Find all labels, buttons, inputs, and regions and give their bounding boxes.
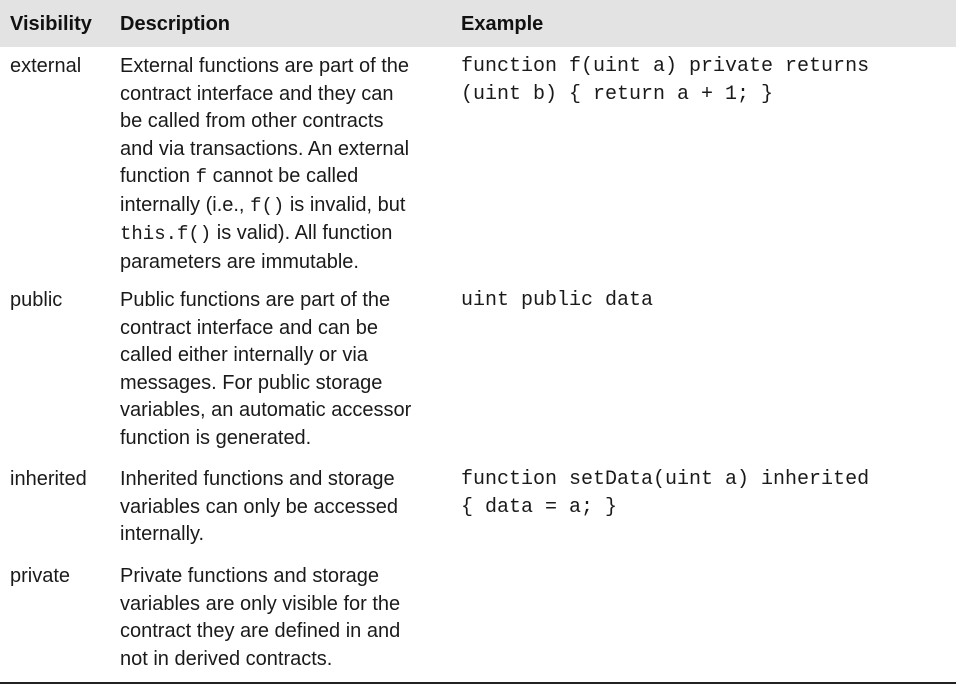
description-text: cannot be called bbox=[207, 165, 359, 187]
inline-code: this.f() bbox=[120, 223, 212, 245]
description-line: internally. bbox=[120, 523, 205, 545]
header-description: Description bbox=[120, 13, 231, 35]
description-line: variables, an automatic accessor bbox=[120, 399, 412, 421]
example-code-line: uint public data bbox=[461, 289, 654, 312]
description-line: be called from other contracts bbox=[120, 110, 384, 132]
visibility-cell: private bbox=[10, 565, 71, 587]
description-cell: Private functions and storage variables … bbox=[120, 563, 450, 673]
example-code-line: (uint b) { return a + 1; } bbox=[461, 82, 774, 106]
inline-code: f() bbox=[250, 194, 285, 217]
description-line: Private functions and storage bbox=[120, 565, 380, 587]
description-text: is invalid, but bbox=[284, 193, 406, 216]
description-line: contract they are defined in and bbox=[120, 620, 401, 642]
header-visibility: Visibility bbox=[10, 13, 92, 35]
description-line: not in derived contracts. bbox=[120, 647, 333, 670]
visibility-cell: public bbox=[10, 289, 63, 311]
inline-code: f bbox=[195, 166, 208, 188]
description-cell: External functions are part of the contr… bbox=[120, 53, 450, 276]
description-line: function f cannot be called bbox=[120, 163, 450, 192]
description-line: messages. For public storage bbox=[120, 371, 383, 394]
description-line: internally (i.e., f() is invalid, but bbox=[120, 192, 450, 221]
table-header: Visibility Description Example bbox=[0, 0, 956, 47]
description-line: variables can only be accessed bbox=[120, 495, 398, 518]
example-code-line: { data = a; } bbox=[461, 495, 618, 519]
description-line: function is generated. bbox=[120, 426, 312, 449]
example-cell: function f(uint a) private returns (uint… bbox=[461, 53, 956, 108]
description-line: contract interface and can be bbox=[120, 316, 378, 339]
description-line: External functions are part of the bbox=[120, 55, 410, 77]
description-line: variables are only visible for the bbox=[120, 592, 401, 615]
example-code-line: function setData(uint a) inherited bbox=[461, 468, 870, 491]
visibility-table: Visibility Description Example external … bbox=[0, 0, 956, 686]
visibility-cell: external bbox=[10, 55, 82, 77]
description-line: and via transactions. An external bbox=[120, 137, 410, 160]
header-example: Example bbox=[461, 13, 544, 35]
description-cell: Public functions are part of the contrac… bbox=[120, 287, 450, 452]
example-cell: function setData(uint a) inherited { dat… bbox=[461, 466, 956, 521]
description-line: contract interface and they can bbox=[120, 82, 394, 105]
description-line: this.f() is valid). All function bbox=[120, 220, 450, 249]
description-cell: Inherited functions and storage variable… bbox=[120, 466, 450, 549]
description-line: called either internally or via bbox=[120, 344, 368, 366]
table-bottom-rule bbox=[0, 682, 956, 684]
description-text: internally (i.e., bbox=[120, 193, 251, 216]
description-text: is valid). All function bbox=[211, 222, 393, 244]
example-cell: uint public data bbox=[461, 287, 956, 315]
example-code-line: function f(uint a) private returns bbox=[461, 55, 870, 78]
description-line: Inherited functions and storage bbox=[120, 468, 395, 490]
description-text: function bbox=[120, 165, 196, 187]
description-line: parameters are immutable. bbox=[120, 250, 359, 273]
description-line: Public functions are part of the bbox=[120, 289, 391, 311]
visibility-cell: inherited bbox=[10, 468, 87, 490]
